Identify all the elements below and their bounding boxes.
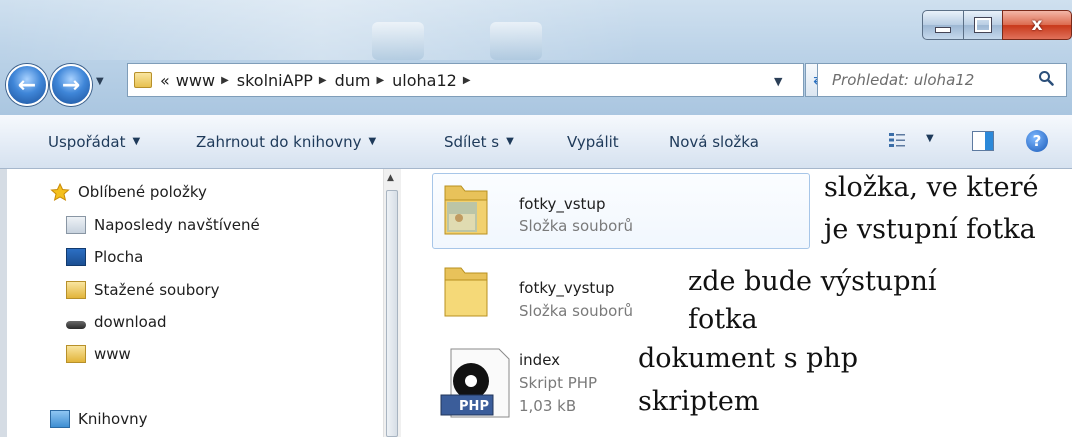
nav-download-drive[interactable]: download (66, 313, 167, 331)
address-bar[interactable]: « www ▶ skolniAPP ▶ dum ▶ uloha12 ▶ (127, 63, 804, 97)
arrow-right-icon: → (61, 72, 81, 98)
chevron-down-icon: ▼ (506, 136, 514, 147)
file-type: Složka souborů (519, 217, 633, 235)
breadcrumb-dum[interactable]: dum (335, 71, 371, 90)
minimize-button[interactable] (922, 10, 964, 40)
organize-label: Uspořádat (48, 132, 126, 151)
forward-button[interactable]: → (50, 64, 92, 106)
burn-label: Vypálit (567, 132, 619, 151)
include-in-library-button[interactable]: Zahrnout do knihovny ▼ (196, 115, 376, 168)
new-folder-button[interactable]: Nová složka (669, 115, 759, 168)
folder-icon (134, 72, 152, 88)
file-size: 1,03 kB (519, 397, 577, 415)
nav-label: Knihovny (78, 410, 148, 428)
navigation-pane (0, 169, 383, 437)
nav-label: Naposledy navštívené (94, 216, 260, 234)
nav-label: www (94, 345, 131, 363)
include-library-label: Zahrnout do knihovny (196, 132, 362, 151)
downloads-folder-icon (66, 281, 86, 299)
window-left-edge (0, 169, 7, 437)
address-history-dropdown[interactable]: ▼ (774, 75, 782, 88)
search-input[interactable] (830, 70, 1034, 90)
nav-label: Oblíbené položky (78, 183, 207, 201)
close-button[interactable]: x (1002, 10, 1072, 40)
recent-places-icon (66, 216, 86, 234)
file-name[interactable]: fotky_vystup (519, 279, 614, 297)
nav-recent-places[interactable]: Naposledy navštívené (66, 216, 260, 234)
breadcrumb-separator-icon[interactable]: ▶ (221, 75, 229, 86)
breadcrumb-separator-icon[interactable]: ▶ (376, 75, 384, 86)
close-icon: x (1031, 15, 1043, 35)
libraries-icon (50, 410, 70, 428)
scroll-thumb[interactable] (386, 190, 398, 437)
nav-www[interactable]: www (66, 345, 131, 363)
command-toolbar (0, 115, 1072, 169)
taskbar-thumbnail-icon (372, 22, 424, 60)
nav-libraries[interactable]: Knihovny (50, 410, 147, 428)
breadcrumb-skolniapp[interactable]: skolniAPP (237, 71, 313, 90)
drive-icon (66, 321, 86, 329)
chevron-down-icon: ▼ (926, 133, 934, 144)
folder-icon[interactable] (441, 262, 491, 320)
php-badge-label: PHP (459, 399, 489, 414)
scroll-up-arrow-icon[interactable]: ▲ (387, 173, 394, 183)
taskbar-thumbnail-icon (490, 22, 542, 60)
search-box[interactable] (817, 63, 1067, 97)
desktop-icon (66, 248, 86, 266)
nav-label: download (94, 313, 167, 331)
breadcrumb-separator-icon[interactable]: ▶ (463, 75, 471, 86)
maximize-button[interactable] (963, 10, 1003, 40)
minimize-icon (935, 27, 951, 33)
file-name[interactable]: index (519, 351, 560, 369)
file-type: Skript PHP (519, 374, 598, 392)
window-titlebar (0, 0, 1072, 115)
preview-pane-toggle-icon[interactable] (972, 131, 994, 151)
change-view-icon[interactable] (888, 131, 906, 149)
annotation-text: skriptem (638, 386, 760, 417)
file-type: Složka souborů (519, 302, 633, 320)
share-with-button[interactable]: Sdílet s ▼ (444, 115, 514, 168)
search-icon[interactable] (1038, 70, 1054, 86)
chevron-down-icon: ▼ (96, 76, 104, 87)
arrow-left-icon: ← (17, 72, 37, 98)
folder-with-photo-icon (444, 185, 488, 235)
breadcrumb-separator-icon[interactable]: ▶ (319, 75, 327, 86)
new-folder-label: Nová složka (669, 132, 759, 151)
burn-button[interactable]: Vypálit (567, 115, 619, 168)
maximize-icon (974, 17, 992, 33)
nav-downloads[interactable]: Stažené soubory (66, 281, 219, 299)
star-icon (50, 183, 70, 201)
recent-pages-dropdown[interactable]: ▼ (96, 76, 108, 90)
chevron-down-icon: ▼ (774, 75, 783, 88)
breadcrumb-www[interactable]: www (176, 71, 215, 90)
chevron-down-icon: ▼ (368, 136, 377, 147)
nav-label: Plocha (94, 248, 144, 266)
annotation-text: zde bude výstupní (688, 266, 937, 297)
share-label: Sdílet s (444, 132, 500, 151)
annotation-text: dokument s php (638, 343, 859, 374)
nav-favorites[interactable]: Oblíbené položky (50, 183, 207, 201)
nav-desktop[interactable]: Plocha (66, 248, 143, 266)
breadcrumb-uloha12[interactable]: uloha12 (392, 71, 457, 90)
help-icon[interactable]: ? (1026, 130, 1048, 152)
annotation-text: je vstupní fotka (824, 214, 1036, 245)
annotation-text: fotka (688, 304, 758, 335)
breadcrumb-overflow[interactable]: « (160, 71, 170, 90)
back-button[interactable]: ← (6, 64, 48, 106)
view-options-dropdown[interactable]: ▼ (926, 133, 934, 144)
organize-menu-button[interactable]: Uspořádat ▼ (48, 115, 140, 168)
folder-icon (66, 345, 86, 363)
nav-label: Stažené soubory (94, 281, 220, 299)
file-name: fotky_vstup (519, 195, 606, 213)
chevron-down-icon: ▼ (132, 136, 141, 147)
annotation-text: složka, ve které (824, 172, 1039, 203)
